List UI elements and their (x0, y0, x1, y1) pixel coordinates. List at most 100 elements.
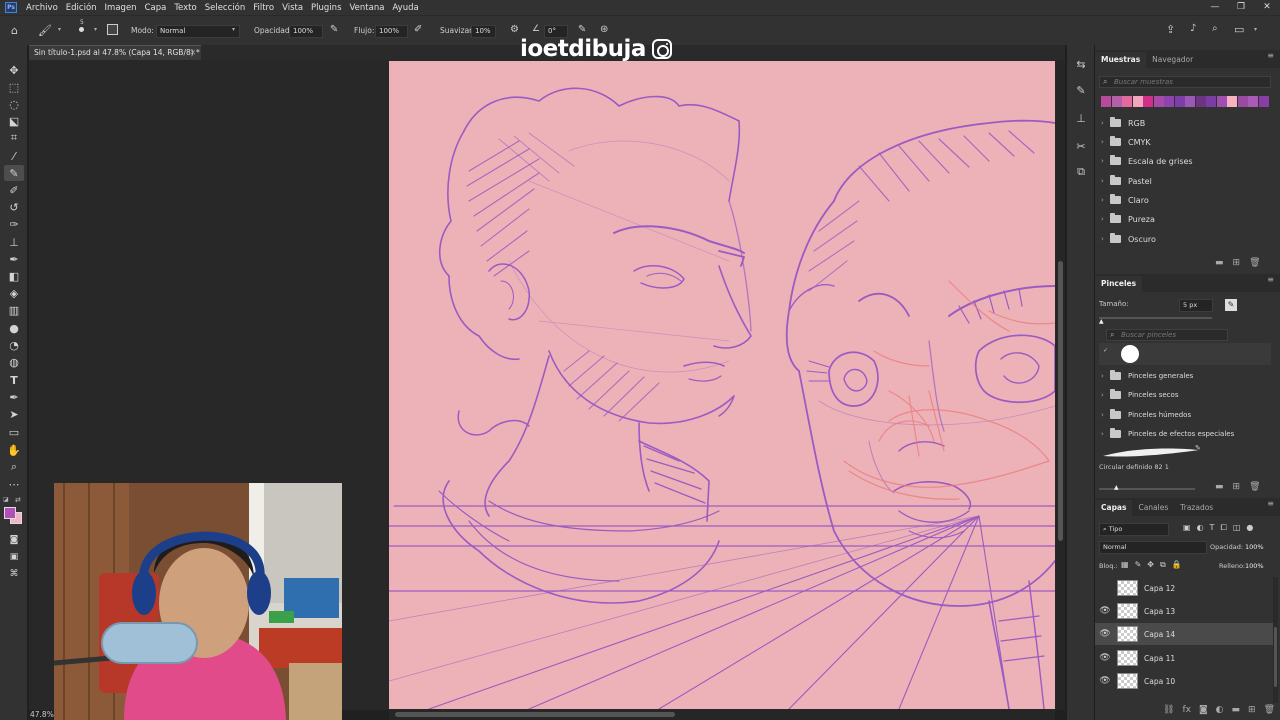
tab-capas[interactable]: Capas (1095, 500, 1133, 516)
marquee-tool-icon[interactable]: ⬚ (4, 79, 24, 95)
flow-field[interactable]: 100% (375, 25, 408, 38)
paint-bucket-tool-icon[interactable]: ◈ (4, 285, 24, 301)
menu-vista[interactable]: Vista (278, 3, 307, 13)
layer-opacity-value[interactable]: 100% (1245, 543, 1264, 551)
pressure-opacity-icon[interactable]: ✎ (330, 24, 338, 35)
menu-capa[interactable]: Capa (141, 3, 171, 13)
color-swatch[interactable] (1132, 96, 1143, 107)
symmetry-icon[interactable]: ⊛ (600, 24, 608, 35)
trash-icon[interactable]: 🗑 (1249, 258, 1260, 268)
link-layers-icon[interactable]: ⛓ (1163, 705, 1174, 715)
brush-preview-slider-handle[interactable]: ▲ (1114, 484, 1119, 491)
home-icon[interactable]: ⌂ (11, 24, 18, 37)
tab-trazados[interactable]: Trazados (1174, 500, 1219, 516)
pencil-tool-icon[interactable]: ✐ (4, 182, 24, 198)
menu-texto[interactable]: Texto (170, 3, 200, 13)
layer-mask-icon[interactable]: ◙ (1199, 705, 1208, 715)
screen-mode-icon[interactable]: ▣ (4, 549, 24, 565)
color-swatch[interactable] (1206, 96, 1216, 107)
workspace-chevron-icon[interactable]: ▾ (1254, 26, 1257, 33)
eye-icon[interactable]: 👁 (1095, 629, 1115, 639)
move-tool-icon[interactable]: ✥ (4, 62, 24, 78)
history-panel-icon[interactable]: ⇆ (1072, 55, 1090, 73)
clone-stamp-tool-icon[interactable]: ⊥ (4, 234, 24, 250)
brush-group-special[interactable]: › Pinceles de efectos especiales (1101, 426, 1234, 442)
brush-group-wet[interactable]: › Pinceles húmedos (1101, 407, 1191, 423)
history-brush-tool-icon[interactable]: ↺ (4, 199, 24, 215)
trash-icon[interactable]: 🗑 (1249, 482, 1260, 492)
eyedropper-tool-icon[interactable]: ⁄ (4, 148, 24, 164)
libraries-icon[interactable]: ⧉ (1072, 163, 1090, 181)
color-swatch[interactable] (1227, 96, 1237, 107)
layers-scrollbar[interactable] (1273, 577, 1278, 703)
close-icon[interactable]: ✕ (1254, 0, 1280, 15)
swatch-group-rgb[interactable]: › RGB (1101, 115, 1145, 131)
brush-size-field[interactable]: 5 px (1179, 299, 1213, 312)
path-select-tool-icon[interactable]: ➤ (4, 406, 24, 422)
gear-icon[interactable]: ⚙ (510, 24, 519, 35)
opacity-field[interactable]: 100% (289, 25, 323, 38)
layers-scroll-thumb[interactable] (1274, 627, 1277, 687)
brush-size-slider[interactable] (1099, 317, 1212, 319)
tab-navegador[interactable]: Navegador (1146, 52, 1199, 68)
color-swatch[interactable] (1195, 96, 1206, 107)
color-swatch[interactable] (1185, 96, 1195, 107)
smoothing-field[interactable]: 10% (471, 25, 496, 38)
color-swatch[interactable] (1174, 96, 1185, 107)
color-swatch[interactable] (1111, 96, 1122, 107)
layer-style-icon[interactable]: fx (1182, 705, 1191, 715)
lock-all-icon[interactable]: 🔒 (1172, 560, 1182, 570)
sponge-tool-icon[interactable]: ◍ (4, 354, 24, 370)
color-swatch[interactable] (1122, 96, 1132, 107)
default-colors-icon[interactable]: ◪ (3, 496, 9, 503)
swap-colors-icon[interactable]: ⇄ (15, 496, 21, 504)
layer-row[interactable]: 👁 Capa 10 (1095, 670, 1273, 692)
swatch-group-pastel[interactable]: › Pastel (1101, 173, 1152, 189)
clone-source-icon[interactable]: ⊥ (1072, 109, 1090, 127)
smart-object-filter-icon[interactable]: ◫ (1233, 523, 1241, 533)
fill-value[interactable]: 100% (1245, 562, 1264, 570)
new-swatch-icon[interactable]: ⊞ (1233, 258, 1241, 268)
hand-tool-icon[interactable]: ✋ (4, 442, 24, 458)
foreground-color-swatch[interactable] (4, 507, 16, 519)
layer-row[interactable]: 👁 Capa 13 (1095, 600, 1273, 622)
menu-imagen[interactable]: Imagen (101, 3, 141, 13)
filter-toggle-icon[interactable]: ● (1246, 523, 1253, 533)
eye-icon[interactable]: 👁 (1095, 606, 1115, 616)
lock-position-icon[interactable]: ✥ (1147, 560, 1154, 570)
new-group-icon[interactable]: ▬ (1232, 705, 1241, 715)
restore-icon[interactable]: ❐ (1228, 0, 1254, 15)
dodge-tool-icon[interactable]: ◔ (4, 337, 24, 353)
crop-tool-icon[interactable]: ⌗ (4, 130, 24, 146)
brush-group-dry[interactable]: › Pinceles secos (1101, 387, 1178, 403)
new-layer-icon[interactable]: ⊞ (1248, 705, 1256, 715)
shape-filter-icon[interactable]: ⧠ (1220, 523, 1226, 533)
color-swatch[interactable] (1101, 96, 1111, 107)
close-document-icon[interactable]: ✕ (190, 46, 196, 59)
blend-mode-select[interactable]: Normal (1099, 541, 1207, 554)
color-swatch[interactable] (1143, 96, 1153, 107)
share-icon[interactable]: ⇪ (1166, 23, 1175, 36)
menu-ventana[interactable]: Ventana (346, 3, 389, 13)
document-canvas[interactable] (389, 61, 1055, 709)
tab-muestras[interactable]: Muestras (1095, 52, 1147, 68)
swatches-menu-icon[interactable]: ≡ (1267, 51, 1274, 60)
minimize-icon[interactable]: — (1202, 0, 1228, 15)
swatch-group-pure[interactable]: › Pureza (1101, 211, 1155, 227)
color-swatch[interactable] (1237, 96, 1248, 107)
layer-row[interactable]: Capa 12 (1095, 577, 1273, 599)
brush-size-slider-handle[interactable]: ▲ (1099, 318, 1104, 325)
horizontal-scroll-thumb[interactable] (395, 712, 675, 717)
adjustment-layer-icon[interactable]: ◐ (1216, 705, 1224, 715)
lasso-tool-icon[interactable]: ◌ (4, 96, 24, 112)
mode-select[interactable]: Normal (156, 25, 240, 38)
vertical-scrollbar[interactable] (1056, 61, 1065, 710)
object-select-tool-icon[interactable]: ⬕ (4, 113, 24, 129)
swatches-search[interactable]: ⌕ Buscar muestras (1099, 76, 1271, 88)
trash-icon[interactable]: 🗑 (1264, 705, 1275, 715)
new-brush-icon[interactable]: ⊞ (1233, 482, 1241, 492)
zoom-tool-icon[interactable]: ⌕ (4, 459, 24, 475)
swatch-group-dark[interactable]: › Oscuro (1101, 231, 1156, 247)
quick-mask-icon[interactable]: ◙ (4, 532, 24, 548)
image-filter-icon[interactable]: ▣ (1183, 523, 1191, 533)
